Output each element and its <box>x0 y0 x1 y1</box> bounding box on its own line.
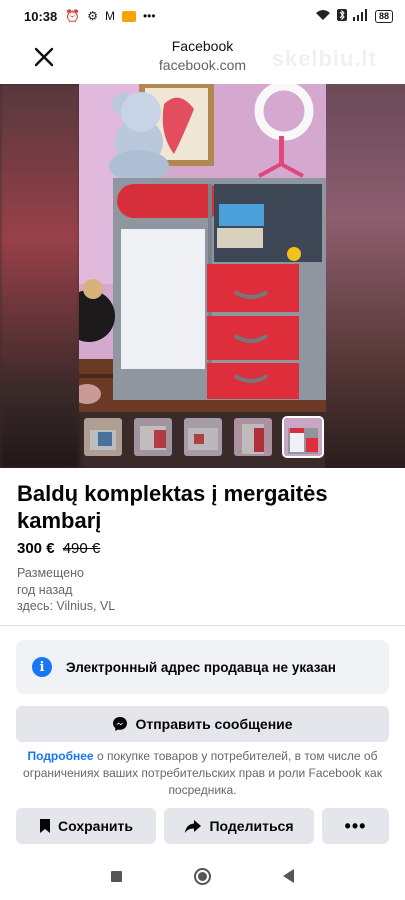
watermark: skelbiu.lt <box>271 46 377 71</box>
more-options-button[interactable]: ••• <box>322 808 389 844</box>
share-label: Поделиться <box>209 818 294 834</box>
action-row: Сохранить Поделиться ••• <box>16 808 389 844</box>
thumbnail-strip <box>0 416 405 464</box>
alarm-icon: ⏰ <box>65 9 81 23</box>
save-button[interactable]: Сохранить <box>16 808 156 844</box>
home-icon <box>198 871 207 881</box>
gear-icon: ⚙ <box>87 9 98 23</box>
share-button[interactable]: Поделиться <box>164 808 314 844</box>
photo-thumbnail[interactable] <box>183 418 222 456</box>
recent-apps-button[interactable] <box>111 870 122 882</box>
send-message-button[interactable]: Отправить сообщение <box>16 706 389 742</box>
listing-meta: Размещено год назад здесь: Vilnius, VL <box>17 565 115 615</box>
photo-gallery[interactable] <box>0 84 405 468</box>
location: здесь: Vilnius, VL <box>17 599 116 613</box>
photo-thumbnail[interactable] <box>83 418 122 456</box>
price-row: 300 € 490 € <box>17 540 100 557</box>
photo-thumbnail-active[interactable] <box>281 416 324 458</box>
bluetooth-icon <box>336 8 347 24</box>
wifi-icon <box>315 9 331 24</box>
home-button[interactable] <box>194 867 211 885</box>
old-price: 490 € <box>62 540 101 557</box>
bookmark-icon <box>40 819 51 833</box>
learn-more-link[interactable]: Подробнее <box>28 749 94 763</box>
listing-photo[interactable] <box>79 84 326 412</box>
browser-header: Facebook facebook.com skelbiu.lt <box>0 32 405 84</box>
seller-email-notice: i Электронный адрес продавца не указан <box>16 640 389 694</box>
photo-thumbnail[interactable] <box>233 418 272 456</box>
current-price: 300 € <box>17 540 55 557</box>
status-time: 10:38 <box>24 8 58 24</box>
messenger-icon <box>112 716 128 732</box>
notice-text: Электронный адрес продавца не указан <box>66 659 336 675</box>
more-options-icon: ••• <box>344 815 367 836</box>
listing-title: Baldų komplektas į mergaitės kambarį <box>17 481 328 533</box>
photo-backdrop-right <box>325 84 405 468</box>
furniture-photo <box>79 84 326 412</box>
info-icon: i <box>32 657 52 677</box>
status-system-icons: 88 <box>315 8 393 24</box>
save-label: Сохранить <box>58 818 133 834</box>
photo-thumbnail[interactable] <box>133 418 172 456</box>
app-notification-icon <box>121 10 136 22</box>
divider <box>0 625 405 626</box>
photo-backdrop-left <box>0 84 80 468</box>
send-message-label: Отправить сообщение <box>135 716 293 732</box>
back-button[interactable] <box>283 869 294 883</box>
posted-label: Размещено <box>17 566 84 580</box>
system-navigation-bar <box>0 852 405 900</box>
status-notifications: ⏰ ⚙ M ••• <box>65 9 155 23</box>
more-dots-icon: ••• <box>142 9 156 23</box>
status-bar: 10:38 ⏰ ⚙ M ••• 88 <box>0 0 405 32</box>
gmail-icon: M <box>104 9 115 23</box>
posted-time: год назад <box>17 582 73 597</box>
signal-icon <box>352 8 369 24</box>
share-icon <box>185 819 202 833</box>
consumer-disclaimer: Подробнее о покупке товаров у потребител… <box>16 748 389 799</box>
battery-indicator: 88 <box>374 9 393 23</box>
